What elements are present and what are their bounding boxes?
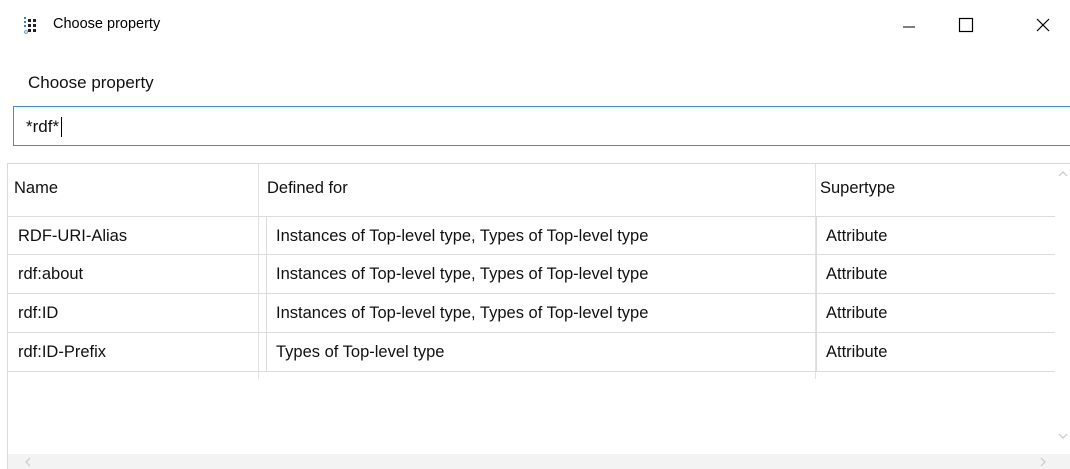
title-bar[interactable]: Choose property (0, 0, 1070, 50)
search-label: Choose property (28, 73, 154, 92)
cell-divider (816, 217, 817, 256)
search-input[interactable]: *rdf* (13, 106, 1070, 146)
cell-divider (816, 255, 817, 294)
minimize-icon (903, 26, 915, 28)
cell-supertype: Attribute (826, 343, 888, 361)
cell-name: rdf:about (18, 265, 84, 283)
cell-name: rdf:ID (18, 304, 59, 322)
scroll-up-arrow[interactable] (1055, 166, 1070, 182)
search-input-value[interactable]: *rdf* (26, 117, 63, 137)
table-header: Name Defined for Supertype (8, 164, 1055, 212)
minimize-button[interactable] (886, 3, 932, 47)
scroll-left-arrow[interactable] (20, 454, 36, 469)
table-row[interactable]: RDF-URI-Alias Instances of Top-level typ… (8, 216, 1056, 256)
cell-divider (266, 217, 267, 256)
table-row[interactable]: rdf:ID Instances of Top-level type, Type… (8, 294, 1056, 333)
cell-supertype: Attribute (826, 265, 888, 283)
cell-divider (816, 333, 817, 372)
table-row[interactable]: rdf:ID-Prefix Types of Top-level type At… (8, 333, 1056, 372)
cell-divider (266, 333, 267, 372)
scroll-down-arrow[interactable] (1055, 428, 1070, 444)
cell-defined-for: Instances of Top-level type, Types of To… (276, 304, 649, 322)
table-row[interactable]: rdf:about Instances of Top-level type, T… (8, 255, 1056, 294)
close-icon (1036, 18, 1050, 32)
scroll-right-arrow[interactable] (1035, 454, 1051, 469)
cell-divider (266, 255, 267, 294)
cell-supertype: Attribute (826, 227, 888, 245)
chevron-left-icon (25, 457, 31, 467)
maximize-button[interactable] (943, 3, 989, 47)
chevron-right-icon (1040, 457, 1046, 467)
app-dots-icon (24, 17, 36, 34)
chevron-down-icon (1058, 433, 1068, 439)
maximize-icon (958, 17, 974, 33)
cell-defined-for: Instances of Top-level type, Types of To… (276, 227, 649, 245)
cell-defined-for: Types of Top-level type (276, 343, 445, 361)
cell-divider (266, 294, 267, 333)
cell-divider (816, 294, 817, 333)
cell-supertype: Attribute (826, 304, 888, 322)
horizontal-scrollbar[interactable] (8, 454, 1070, 469)
column-header-supertype[interactable]: Supertype (820, 164, 895, 212)
cell-name: rdf:ID-Prefix (18, 343, 107, 361)
column-header-defined-for[interactable]: Defined for (267, 164, 348, 212)
chevron-up-icon (1058, 171, 1068, 177)
cell-defined-for: Instances of Top-level type, Types of To… (276, 265, 649, 283)
cell-name: RDF-URI-Alias (18, 227, 128, 245)
close-button[interactable] (1020, 3, 1066, 47)
column-header-name[interactable]: Name (14, 164, 58, 212)
properties-table[interactable]: Name Defined for Supertype RDF-URI-Alias… (7, 163, 1070, 469)
vertical-scrollbar[interactable] (1055, 164, 1070, 454)
window-title: Choose property (53, 16, 161, 32)
